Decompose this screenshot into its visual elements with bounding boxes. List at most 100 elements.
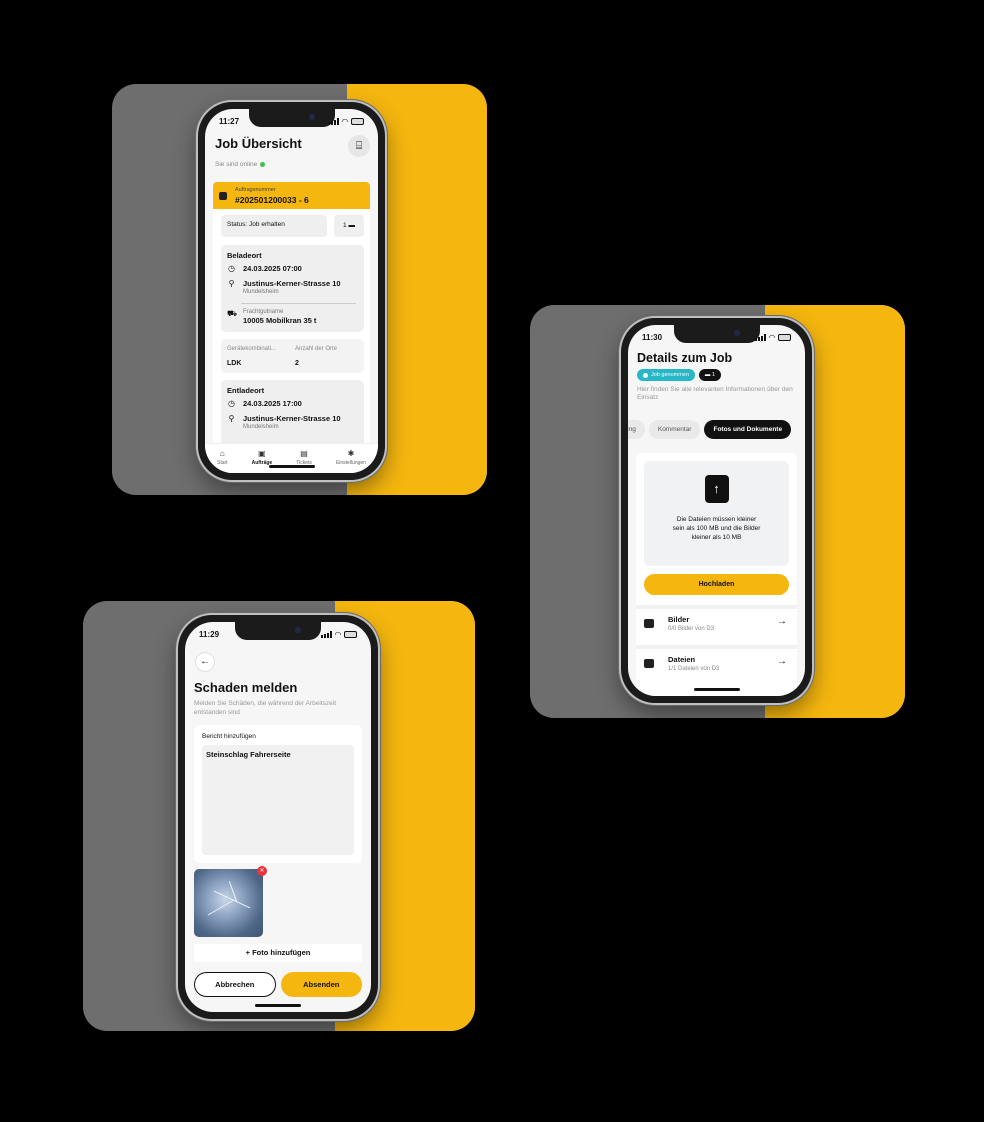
loading-datetime: 24.03.2025 07:00: [243, 264, 302, 273]
status-time: 11:27: [219, 116, 240, 126]
order-label: Auftragsnummer: [235, 187, 276, 193]
home-indicator: [693, 688, 740, 691]
job-status: Status: Job erhalten: [221, 215, 327, 237]
locations-value: 2: [295, 360, 299, 367]
ticket-icon: ▤: [300, 449, 308, 458]
image-icon: [644, 619, 654, 628]
close-icon: ✕: [259, 868, 265, 874]
signal-icon: [320, 630, 332, 638]
order-icon: [219, 192, 227, 200]
home-indicator: [255, 1004, 301, 1007]
tab-settings[interactable]: ✱ Einstellungen: [336, 449, 366, 473]
cancel-button[interactable]: Abbrechen: [194, 972, 276, 997]
home-indicator: [268, 465, 315, 468]
folder-icon: ▬: [348, 222, 355, 229]
online-status: Sie sind online: [215, 161, 266, 168]
status-time: 11:29: [199, 629, 220, 639]
list-item-files[interactable]: Dateien 1/1 Dateien von D3 →: [636, 645, 797, 678]
folder-icon: ▬: [704, 372, 711, 378]
locations-key: Anzahl der Orte: [295, 346, 338, 352]
phone-job-details: 11:30 ◠ Details zum Job Job genommen ▬ 1…: [621, 318, 812, 703]
signal-icon: [754, 333, 766, 341]
tab-details[interactable]: ung: [628, 420, 645, 439]
documents-badge: ▬ 1: [698, 369, 722, 381]
form-actions: Abbrechen Absenden: [194, 972, 362, 997]
home-icon: ⌂: [219, 449, 225, 458]
location-pin-icon: ⚲: [228, 279, 235, 288]
page-subtitle: Hier finden Sie alle relevanten Informat…: [637, 386, 793, 401]
item-subtitle: 1/1 Dateien von D3: [668, 666, 720, 672]
tab-comment[interactable]: Kommentar: [648, 420, 701, 439]
loading-city: Mundelsheim: [243, 289, 279, 295]
report-card: Bericht hinzufügen Steinschlag Fahrersei…: [194, 725, 362, 863]
signal-icon: [327, 117, 339, 125]
page-title: Schaden melden: [194, 680, 298, 695]
tab-start[interactable]: ⌂ Start: [217, 449, 228, 473]
item-title: Bilder: [668, 615, 690, 624]
unloading-datetime: 24.03.2025 17:00: [243, 399, 302, 408]
unloading-heading: Entladeort: [227, 386, 265, 395]
tab-orders[interactable]: ▣ Aufträge: [252, 449, 273, 473]
job-badges: Job genommen ▬ 1: [637, 369, 722, 381]
arrow-right-icon: →: [777, 616, 787, 627]
add-photo-button[interactable]: + Foto hinzufügen: [194, 944, 362, 962]
battery-icon: [351, 117, 364, 125]
documents-panel: ↑ Die Dateien müssen kleiner sein als 10…: [636, 453, 797, 696]
order-card[interactable]: Auftragsnummer #202501200033 - 6 Status:…: [213, 182, 370, 473]
equipment-key: Gerätekombinati...: [227, 346, 277, 352]
status-time: 11:30: [642, 332, 663, 342]
freight-label: Frachtgutname: [243, 309, 284, 315]
online-dot-icon: [260, 162, 266, 167]
damage-photo-thumbnail[interactable]: [194, 869, 263, 937]
loading-section: Beladeort ◷ 24.03.2025 07:00 ⚲ Justinus-…: [221, 245, 364, 332]
tab-tickets[interactable]: ▤ Tickets: [296, 449, 312, 473]
remove-photo-button[interactable]: ✕: [257, 866, 267, 876]
truck-icon: ⛟: [227, 309, 238, 318]
wifi-icon: ◠: [341, 116, 348, 126]
scan-icon: ⌸: [355, 140, 363, 152]
screen-job-overview: 11:27 ◠ Job Übersicht ⌸ Sie sind online …: [205, 109, 378, 473]
unloading-city: Mundelsheim: [243, 424, 279, 430]
battery-icon: [778, 333, 791, 341]
unloading-street: Justinus-Kerner-Strasse 10: [243, 414, 341, 423]
scan-button[interactable]: ⌸: [348, 135, 370, 157]
report-label: Bericht hinzufügen: [202, 733, 256, 740]
check-icon: [643, 372, 648, 378]
loading-street: Justinus-Kerner-Strasse 10: [243, 279, 341, 288]
detail-tabs: ung Kommentar Fotos und Dokumente: [628, 420, 792, 439]
equipment-value: LDK: [227, 360, 242, 367]
item-subtitle: 0/0 Bilder von D3: [668, 626, 715, 632]
freight-value: 10005 Mobilkran 35 t: [243, 316, 317, 325]
back-button[interactable]: ←: [195, 652, 215, 672]
upload-button[interactable]: Hochladen: [644, 574, 789, 595]
documents-count-button[interactable]: 1 ▬: [334, 215, 364, 237]
tab-photos-documents[interactable]: Fotos und Dokumente: [704, 420, 792, 439]
report-textarea[interactable]: Steinschlag Fahrerseite: [202, 745, 354, 855]
arrow-left-icon: ←: [200, 656, 210, 667]
page-title: Job Übersicht: [215, 136, 302, 151]
order-number: #202501200033 - 6: [235, 195, 309, 205]
status-bar: 11:30 ◠: [642, 330, 791, 344]
file-upload-icon: ↑: [704, 475, 729, 503]
list-item-images[interactable]: Bilder 0/0 Bilder von D3 →: [636, 605, 797, 638]
battery-icon: [344, 630, 357, 638]
status-badge: Job genommen: [637, 369, 695, 381]
page-subtitle: Melden Sie Schäden, die während der Arbe…: [194, 700, 337, 716]
screen-report-damage: 11:29 ◠ ← Schaden melden Melden Sie Schä…: [185, 622, 371, 1012]
wifi-icon: ◠: [334, 629, 341, 639]
divider: [241, 303, 356, 304]
status-bar: 11:27 ◠: [219, 114, 364, 128]
location-pin-icon: ⚲: [228, 414, 235, 423]
wifi-icon: ◠: [768, 332, 775, 342]
folder-icon: [644, 659, 654, 668]
upload-dropzone[interactable]: ↑ Die Dateien müssen kleiner sein als 10…: [644, 461, 789, 566]
phone-job-overview: 11:27 ◠ Job Übersicht ⌸ Sie sind online …: [198, 102, 385, 480]
clock-icon: ◷: [228, 399, 235, 408]
status-bar: 11:29 ◠: [199, 627, 357, 641]
arrow-right-icon: →: [777, 656, 787, 667]
page-title: Details zum Job: [637, 351, 733, 365]
briefcase-icon: ▣: [258, 449, 266, 458]
submit-button[interactable]: Absenden: [280, 972, 362, 997]
upload-hint: Die Dateien müssen kleiner sein als 100 …: [672, 516, 761, 541]
bottom-tab-bar: ⌂ Start ▣ Aufträge ▤ Tickets ✱ Einstellungen: [205, 443, 378, 473]
